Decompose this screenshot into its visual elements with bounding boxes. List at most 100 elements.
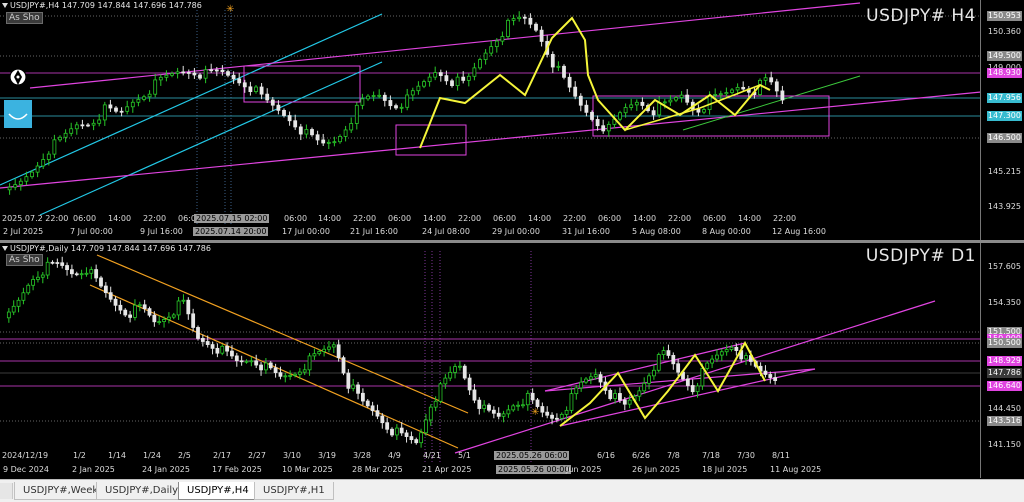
candle-body — [377, 94, 382, 97]
price-tick-label: 141.150 — [987, 440, 1021, 449]
candle-body — [433, 72, 438, 78]
candle-body — [186, 72, 191, 74]
candle-body — [768, 374, 773, 378]
candle-body — [365, 400, 370, 407]
tab-usdjpy-h4[interactable]: USDJPY#,H4 — [178, 482, 258, 500]
candle-body — [338, 136, 342, 143]
time-tick-label: 5/1 — [458, 451, 471, 460]
price-tick-label: 148.930 — [986, 68, 1022, 78]
d1-time-axis[interactable]: 9 Dec 2024 2 Jan 2025 24 Jan 2025 17 Feb 20… — [0, 465, 981, 477]
time-tick-label: 7/8 — [667, 451, 680, 460]
d1-chart-canvas[interactable]: ✳ — [0, 243, 1024, 478]
candle-body — [273, 367, 278, 374]
candle-body — [506, 19, 510, 37]
candle-body — [164, 74, 169, 78]
candle-body — [521, 404, 525, 407]
candle-body — [705, 362, 710, 369]
candle-body — [562, 65, 566, 78]
candle-body — [287, 115, 292, 122]
time-tick-label: 3/28 — [353, 451, 371, 460]
time-tick-label: 2024/12/19 — [2, 451, 49, 460]
d1-inner-time-labels: 2024/12/19 1/2 1/14 1/24 2/5 2/17 2/27 3/10 3/19… — [0, 451, 981, 463]
d1-price-axis[interactable]: 157.605154.350151.500150.900150.500148.9… — [980, 243, 1024, 478]
time-tick-label: 8/11 — [772, 451, 790, 460]
candle-body — [125, 106, 130, 112]
candle-body — [567, 76, 572, 88]
h4-price-axis[interactable]: 150.953150.360149.500149.000148.930147.9… — [980, 0, 1024, 240]
candle-body — [388, 100, 393, 107]
time-tick-label: 14:00 — [738, 214, 762, 223]
candle-body — [618, 112, 622, 120]
candle-body — [186, 299, 191, 315]
h4-symbol-label: USDJPY# H4 — [866, 6, 976, 26]
candle-body — [501, 413, 506, 417]
candle-body — [724, 349, 729, 353]
candle-body — [45, 261, 50, 276]
pen-nib-icon[interactable] — [8, 67, 28, 89]
candle-body — [773, 377, 778, 381]
candle-body — [428, 406, 433, 421]
candle-body — [153, 79, 158, 95]
candle-body — [634, 101, 639, 106]
candle-body — [466, 75, 471, 81]
candle-body — [741, 86, 746, 90]
time-tick-label: 11 Aug 2025 — [770, 465, 822, 474]
candle-body — [734, 346, 739, 351]
candle-body — [550, 414, 554, 419]
candle-body — [593, 374, 598, 378]
candle-body — [60, 262, 65, 266]
candle-body — [74, 124, 79, 130]
chart-pane-d1[interactable]: ✳ USDJPY#,Daily 147.709 147.844 147.696 … — [0, 243, 1024, 478]
h4-inner-time-labels: 2025.07.2 22:00 06:00 14:00 22:00 06:00 2025.… — [0, 214, 981, 226]
candle-body — [444, 75, 449, 82]
candle-body — [349, 123, 354, 131]
candle-body — [332, 141, 337, 144]
candle-body — [556, 65, 561, 68]
candle-body — [230, 350, 234, 357]
candle-body — [210, 344, 215, 349]
time-tick-label: 22:00 — [668, 214, 692, 223]
candle-body — [608, 389, 613, 399]
smile-curve-icon[interactable] — [4, 100, 32, 128]
price-tick-label: 150.500 — [986, 338, 1022, 348]
candle-body — [331, 344, 336, 348]
tab-scroll-left[interactable] — [0, 483, 13, 499]
time-tick-label: 1/14 — [108, 451, 126, 460]
candle-body — [579, 381, 584, 389]
candle-body — [494, 40, 499, 48]
candle-body — [744, 355, 748, 360]
candle-body — [370, 405, 375, 412]
d1-info-text: USDJPY#,Daily 147.709 147.844 147.696 14… — [10, 244, 211, 253]
time-tick-label: 3/19 — [318, 451, 336, 460]
candle-body — [715, 354, 719, 360]
tab-usdjpy-daily[interactable]: USDJPY#,Daily — [96, 482, 188, 500]
candle-body — [482, 404, 487, 409]
candle-body — [226, 71, 230, 76]
candle-body — [685, 378, 690, 386]
h4-as-show-button[interactable]: As Sho — [6, 12, 43, 24]
candle-body — [259, 364, 263, 371]
candle-body — [123, 309, 128, 316]
candle-body — [462, 365, 467, 379]
time-tick-label: 2 Jan 2025 — [72, 465, 115, 474]
yellow-swing-line — [419, 16, 771, 149]
tab-usdjpy-h1[interactable]: USDJPY#,H1 — [254, 482, 334, 500]
candle-body — [307, 355, 312, 371]
candle-body — [198, 74, 202, 79]
h4-time-axis[interactable]: 2 Jul 2025 7 Jul 00:00 9 Jul 16:00 2025.07.… — [0, 227, 981, 239]
chart-pane-h4[interactable]: ✳ USDJPY#,H4 147.709 147.844 147.696 147… — [0, 0, 1024, 240]
time-tick-label: 18 Jul 2025 — [702, 465, 748, 474]
candle-body — [297, 371, 302, 375]
candle-body — [730, 89, 734, 93]
candle-body — [354, 104, 359, 124]
time-tick-label: 06:00 — [73, 214, 97, 223]
candle-body — [661, 350, 666, 355]
h4-chart-canvas[interactable]: ✳ — [0, 0, 1024, 240]
d1-as-show-button[interactable]: As Sho — [6, 254, 43, 266]
candle-body — [427, 76, 432, 83]
candle-body — [606, 123, 611, 132]
candle-body — [487, 404, 491, 411]
candle-body — [535, 399, 540, 407]
candle-body — [623, 107, 628, 114]
candle-body — [108, 104, 113, 109]
